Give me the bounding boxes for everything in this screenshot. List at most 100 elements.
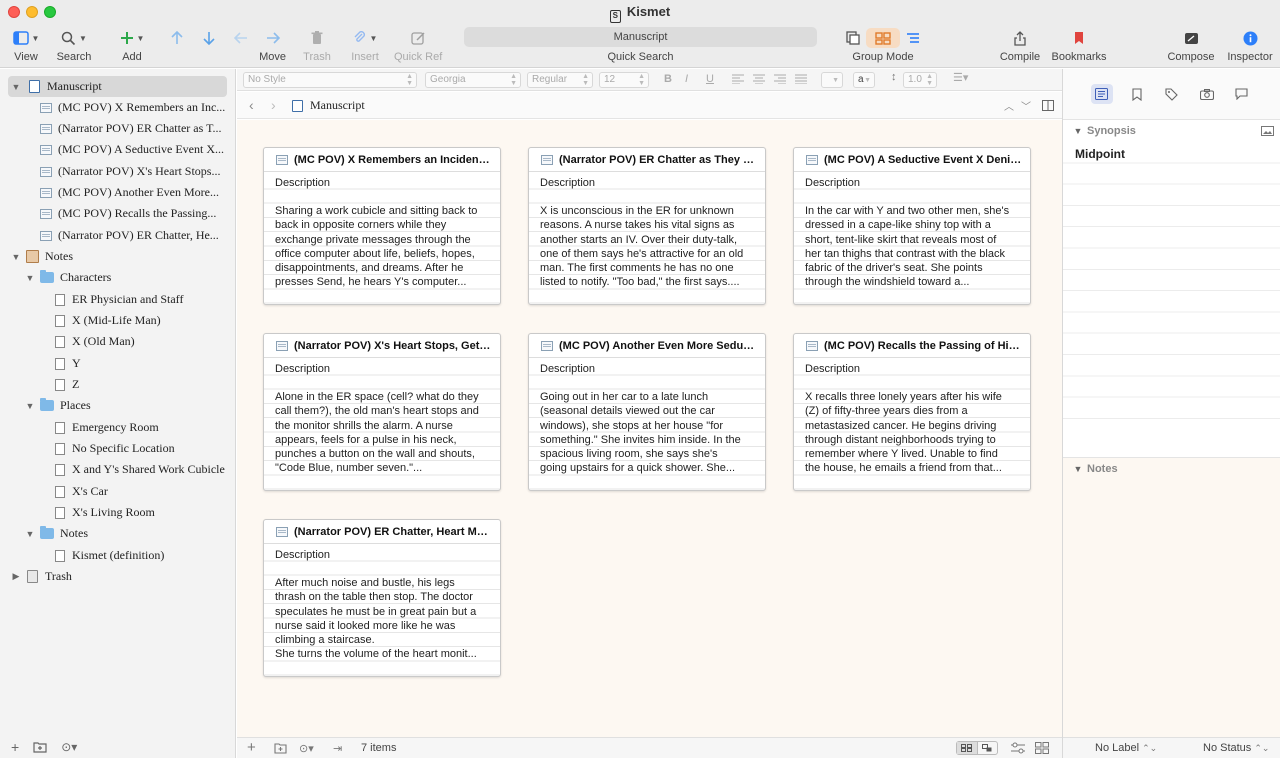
card-title[interactable]: (Narrator POV) X's Heart Stops, Gets... — [264, 334, 500, 358]
weight-select[interactable]: Regular ▲ ▼ — [527, 72, 593, 88]
card-size-icon[interactable] — [1035, 742, 1049, 754]
binder-item-place[interactable]: X's Car — [55, 481, 108, 502]
freeform-button[interactable] — [976, 742, 998, 754]
align-justify-icon[interactable] — [795, 74, 807, 84]
disclosure-open-icon[interactable]: ▼ — [10, 252, 22, 262]
card-synopsis[interactable]: In the car with Y and two other men, she… — [805, 204, 1020, 290]
bold-button[interactable]: B — [664, 73, 672, 85]
scrivenings-icon[interactable] — [846, 31, 860, 45]
binder-item-notes[interactable]: ▼ Notes — [10, 246, 73, 267]
binder-item-place[interactable]: X's Living Room — [55, 502, 155, 523]
card-title[interactable]: (MC POV) X Remembers an Incident I... — [264, 148, 500, 172]
italic-button[interactable]: I — [685, 73, 688, 85]
quick-ref-button[interactable]: Quick Ref — [394, 28, 442, 63]
tab-metadata[interactable] — [1161, 84, 1183, 104]
style-select[interactable]: No Style ▲ ▼ — [243, 72, 417, 88]
binder-item-character[interactable]: Z — [55, 374, 79, 395]
binder-item-manuscript[interactable]: ▼ Manuscript — [8, 76, 227, 97]
notes-header[interactable]: ▼ Notes — [1063, 457, 1280, 479]
size-select[interactable]: 12 ▲ ▼ — [599, 72, 649, 88]
status-select[interactable]: No Status ⌃⌄ — [1203, 742, 1269, 754]
notes-text-area[interactable] — [1063, 479, 1280, 737]
index-card[interactable]: (Narrator POV) ER Chatter as They Tr... … — [528, 147, 766, 305]
binder-item-character[interactable]: X (Old Man) — [55, 331, 135, 352]
chevron-down-icon[interactable]: ﹀ — [1021, 98, 1031, 113]
binder-item-place[interactable]: No Specific Location — [55, 438, 175, 459]
card-view-toggle[interactable] — [956, 741, 998, 755]
split-editor-icon[interactable] — [1042, 100, 1054, 111]
more-options-icon[interactable]: ⊙▾ — [299, 742, 314, 755]
highlight-select[interactable]: a ▼ — [853, 72, 875, 88]
view-button[interactable]: ▼ View — [10, 28, 42, 63]
image-icon[interactable] — [1261, 126, 1274, 136]
tab-comments[interactable] — [1231, 84, 1253, 104]
card-synopsis[interactable]: After much noise and bustle, his legs th… — [275, 576, 490, 662]
list-icon[interactable]: ☰▾ — [953, 71, 968, 84]
synopsis-text-area[interactable]: Midpoint — [1063, 142, 1280, 428]
card-synopsis[interactable]: X is unconscious in the ER for unknown r… — [540, 204, 755, 290]
disclosure-open-icon[interactable]: ▼ — [24, 273, 36, 283]
card-synopsis[interactable]: X recalls three lonely years after his w… — [805, 390, 1020, 476]
tab-notes[interactable] — [1090, 84, 1113, 104]
binder-item-document[interactable]: (Narrator POV) ER Chatter as T... — [40, 118, 222, 139]
compose-button[interactable]: Compose — [1166, 28, 1216, 63]
card-title[interactable]: (MC POV) A Seductive Event X Denie... — [794, 148, 1030, 172]
binder-item-places[interactable]: ▼ Places — [24, 395, 91, 416]
more-options-icon[interactable]: ⊙▾ — [61, 740, 77, 754]
binder-item-character[interactable]: ER Physician and Staff — [55, 289, 183, 310]
text-color-select[interactable]: ▼ — [821, 72, 843, 88]
card-synopsis[interactable]: Alone in the ER space (cell? what do the… — [275, 390, 490, 476]
disclosure-open-icon[interactable]: ▼ — [10, 82, 22, 92]
index-card[interactable]: (MC POV) Another Even More Seducti... De… — [528, 333, 766, 491]
binder-item-place[interactable]: Emergency Room — [55, 417, 159, 438]
binder-item-characters[interactable]: ▼ Characters — [24, 267, 111, 288]
add-button[interactable]: ▼ Add — [116, 28, 148, 63]
synopsis-header[interactable]: ▼ Synopsis — [1063, 120, 1280, 142]
chevron-up-icon[interactable]: ︿ — [1004, 98, 1014, 113]
add-icon[interactable]: + — [11, 739, 19, 755]
card-synopsis[interactable]: Going out in her car to a late lunch (se… — [540, 390, 755, 476]
binder-item-character[interactable]: Y — [55, 353, 81, 374]
corkboard-grid-button[interactable] — [957, 742, 977, 754]
binder-item-document[interactable]: (MC POV) A Seductive Event X... — [40, 139, 224, 160]
card-title[interactable]: (MC POV) Recalls the Passing of His... — [794, 334, 1030, 358]
inspector-button[interactable]: Inspector — [1224, 28, 1276, 63]
arrow-left-icon[interactable] — [234, 31, 248, 45]
tab-bookmarks[interactable] — [1126, 84, 1148, 104]
binder-item-document[interactable]: (MC POV) Recalls the Passing... — [40, 203, 216, 224]
binder-item-note[interactable]: Kismet (definition) — [55, 545, 164, 566]
index-card[interactable]: (MC POV) X Remembers an Incident I... De… — [263, 147, 501, 305]
disclosure-closed-icon[interactable]: ▶ — [10, 571, 22, 582]
card-title[interactable]: (Narrator POV) ER Chatter, Heart Mon... — [264, 520, 500, 544]
binder-item-document[interactable]: (Narrator POV) X's Heart Stops... — [40, 161, 220, 182]
add-folder-icon[interactable] — [274, 742, 287, 754]
disclosure-open-icon[interactable]: ▼ — [24, 401, 36, 411]
outliner-icon[interactable] — [906, 32, 920, 45]
arrow-down-icon[interactable] — [202, 31, 216, 45]
label-select[interactable]: No Label ⌃⌄ — [1095, 742, 1157, 754]
card-title[interactable]: (Narrator POV) ER Chatter as They Tr... — [529, 148, 765, 172]
font-select[interactable]: Georgia ▲ ▼ — [425, 72, 521, 88]
align-right-icon[interactable] — [774, 74, 786, 84]
back-arrow-icon[interactable]: ‹ — [249, 97, 254, 113]
index-card[interactable]: (MC POV) Recalls the Passing of His... D… — [793, 333, 1031, 491]
binder-item-document[interactable]: (MC POV) X Remembers an Inc... — [40, 97, 225, 118]
arrow-right-icon[interactable] — [266, 31, 280, 45]
disclosure-open-icon[interactable]: ▼ — [1072, 464, 1084, 474]
index-card[interactable]: (MC POV) A Seductive Event X Denie... De… — [793, 147, 1031, 305]
settings-sliders-icon[interactable] — [1011, 742, 1025, 754]
binder-item-notes-folder[interactable]: ▼ Notes — [24, 523, 88, 544]
binder-item-character[interactable]: X (Mid-Life Man) — [55, 310, 161, 331]
binder-item-document[interactable]: (Narrator POV) ER Chatter, He... — [40, 225, 219, 246]
binder-item-trash[interactable]: ▶ Trash — [10, 566, 72, 587]
index-card[interactable]: (Narrator POV) X's Heart Stops, Gets... … — [263, 333, 501, 491]
card-synopsis[interactable]: Sharing a work cubicle and sitting back … — [275, 204, 490, 290]
add-folder-icon[interactable] — [33, 741, 47, 753]
line-spacing-select[interactable]: 1.0 ▲ ▼ — [903, 72, 937, 88]
corkboard-mode-button[interactable] — [866, 28, 900, 48]
bookmarks-button[interactable]: Bookmarks — [1050, 28, 1108, 63]
add-icon[interactable]: + — [247, 739, 256, 756]
align-left-icon[interactable] — [732, 74, 744, 84]
forward-arrow-icon[interactable]: › — [271, 97, 276, 113]
arrow-up-icon[interactable] — [170, 31, 184, 45]
